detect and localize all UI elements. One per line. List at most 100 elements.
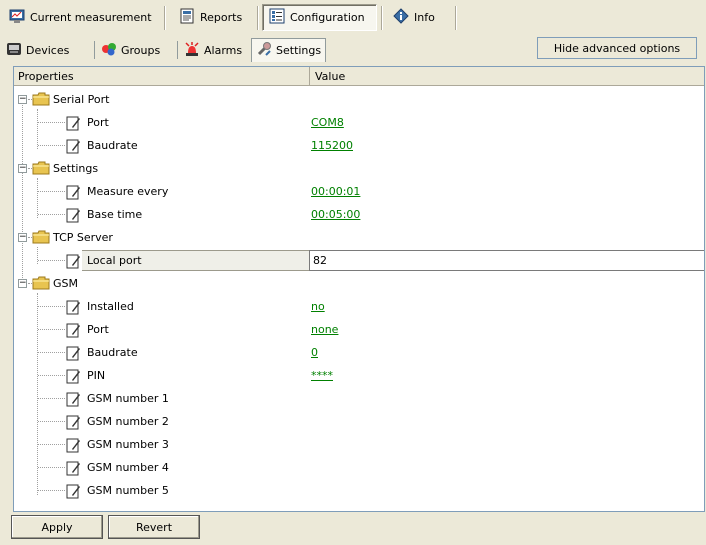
- tree-section[interactable]: − TCP Server: [14, 226, 704, 249]
- tab-label: Groups: [121, 43, 161, 57]
- property-value-link[interactable]: none: [311, 318, 338, 341]
- value-column-header[interactable]: Value: [311, 67, 704, 86]
- reports-icon: [179, 8, 195, 27]
- property-icon: [65, 138, 81, 157]
- property-icon: [65, 322, 81, 341]
- tab-label: Devices: [26, 43, 70, 57]
- property-row[interactable]: Installed no: [14, 295, 704, 318]
- property-icon: [65, 437, 81, 456]
- tree-line: [38, 490, 65, 491]
- tab-groups[interactable]: Groups: [97, 39, 164, 61]
- property-icon: [65, 414, 81, 433]
- tab-info[interactable]: Info: [386, 4, 442, 31]
- property-value-link[interactable]: 0: [311, 341, 318, 364]
- tree-section[interactable]: − GSM: [14, 272, 704, 295]
- local-port-input[interactable]: 82: [309, 250, 704, 271]
- collapse-icon[interactable]: −: [18, 164, 27, 173]
- tree-line: [38, 398, 65, 399]
- main-tab-bar: Current measurement Reports Configuratio…: [0, 0, 706, 36]
- property-value-link[interactable]: no: [311, 295, 325, 318]
- tab-divider: [177, 41, 178, 59]
- info-icon: [393, 8, 409, 27]
- property-label: PIN: [87, 369, 106, 382]
- property-icon: [65, 460, 81, 479]
- tab-label: Current measurement: [30, 11, 152, 24]
- property-icon: [65, 391, 81, 410]
- tab-settings[interactable]: Settings: [251, 38, 327, 62]
- property-icon: [65, 345, 81, 364]
- property-row[interactable]: Port COM8: [14, 111, 704, 134]
- settings-icon: [256, 41, 272, 60]
- tree-section[interactable]: − Serial Port: [14, 88, 704, 111]
- property-row[interactable]: Baudrate 115200: [14, 134, 704, 157]
- tree-line: [38, 352, 65, 353]
- properties-grid: Properties Value − Serial Port Port COM8 Bau…: [13, 66, 705, 512]
- property-row[interactable]: Local port 82: [14, 249, 704, 272]
- tab-label: Info: [414, 11, 435, 24]
- property-label: GSM number 3: [87, 438, 169, 451]
- tab-reports[interactable]: Reports: [172, 4, 249, 31]
- tree-line: [38, 421, 65, 422]
- property-icon: [65, 368, 81, 387]
- property-value-link[interactable]: ****: [311, 364, 333, 387]
- property-row[interactable]: Base time 00:05:00: [14, 203, 704, 226]
- properties-column-header[interactable]: Properties: [14, 67, 310, 86]
- tree-section[interactable]: − Settings: [14, 157, 704, 180]
- property-value-link[interactable]: 00:05:00: [311, 203, 360, 226]
- folder-icon: [32, 92, 50, 109]
- tab-divider: [455, 6, 457, 30]
- property-row[interactable]: GSM number 3: [14, 433, 704, 456]
- tab-divider: [257, 6, 259, 30]
- tree-line: [38, 122, 65, 123]
- button-label: Hide advanced options: [553, 41, 681, 55]
- hide-advanced-options-button[interactable]: Hide advanced options: [537, 37, 697, 59]
- tree-line: [38, 444, 65, 445]
- section-title: TCP Server: [53, 231, 113, 244]
- tab-alarms[interactable]: Alarms: [180, 39, 246, 61]
- property-row[interactable]: GSM number 5: [14, 479, 704, 502]
- tree-line: [38, 145, 65, 146]
- property-value-link[interactable]: COM8: [311, 111, 344, 134]
- tab-label: Alarms: [204, 43, 243, 57]
- property-value-link[interactable]: 115200: [311, 134, 353, 157]
- folder-icon: [32, 161, 50, 178]
- property-row[interactable]: Port none: [14, 318, 704, 341]
- tab-divider: [94, 41, 95, 59]
- property-label: GSM number 1: [87, 392, 169, 405]
- collapse-icon[interactable]: −: [18, 279, 27, 288]
- property-icon: [65, 184, 81, 203]
- property-label: GSM number 5: [87, 484, 169, 497]
- property-row[interactable]: PIN ****: [14, 364, 704, 387]
- measurement-icon: [9, 8, 25, 27]
- folder-icon: [32, 230, 50, 247]
- property-row[interactable]: GSM number 1: [14, 387, 704, 410]
- apply-button[interactable]: Apply: [11, 515, 103, 539]
- revert-button[interactable]: Revert: [108, 515, 200, 539]
- tab-label: Configuration: [290, 11, 365, 24]
- property-icon: [65, 115, 81, 134]
- tab-devices[interactable]: Devices: [2, 39, 73, 61]
- tree-line: [38, 260, 65, 261]
- property-label: Installed: [87, 300, 134, 313]
- tree-line: [38, 214, 65, 215]
- collapse-icon[interactable]: −: [18, 95, 27, 104]
- groups-icon: [101, 41, 117, 60]
- devices-icon: [6, 41, 22, 60]
- tab-divider: [381, 6, 383, 30]
- property-row[interactable]: GSM number 2: [14, 410, 704, 433]
- property-label: Port: [87, 116, 109, 129]
- property-icon: [65, 299, 81, 318]
- property-label: GSM number 2: [87, 415, 169, 428]
- tree-line: [38, 467, 65, 468]
- tab-configuration[interactable]: Configuration: [262, 4, 377, 31]
- property-label: Baudrate: [87, 139, 138, 152]
- property-row[interactable]: GSM number 4: [14, 456, 704, 479]
- collapse-icon[interactable]: −: [18, 233, 27, 242]
- configuration-icon: [269, 8, 285, 27]
- property-row[interactable]: Baudrate 0: [14, 341, 704, 364]
- property-row[interactable]: Measure every 00:00:01: [14, 180, 704, 203]
- tree-line: [38, 329, 65, 330]
- tab-current-measurement[interactable]: Current measurement: [2, 4, 159, 31]
- section-title: Settings: [53, 162, 99, 175]
- property-value-link[interactable]: 00:00:01: [311, 180, 360, 203]
